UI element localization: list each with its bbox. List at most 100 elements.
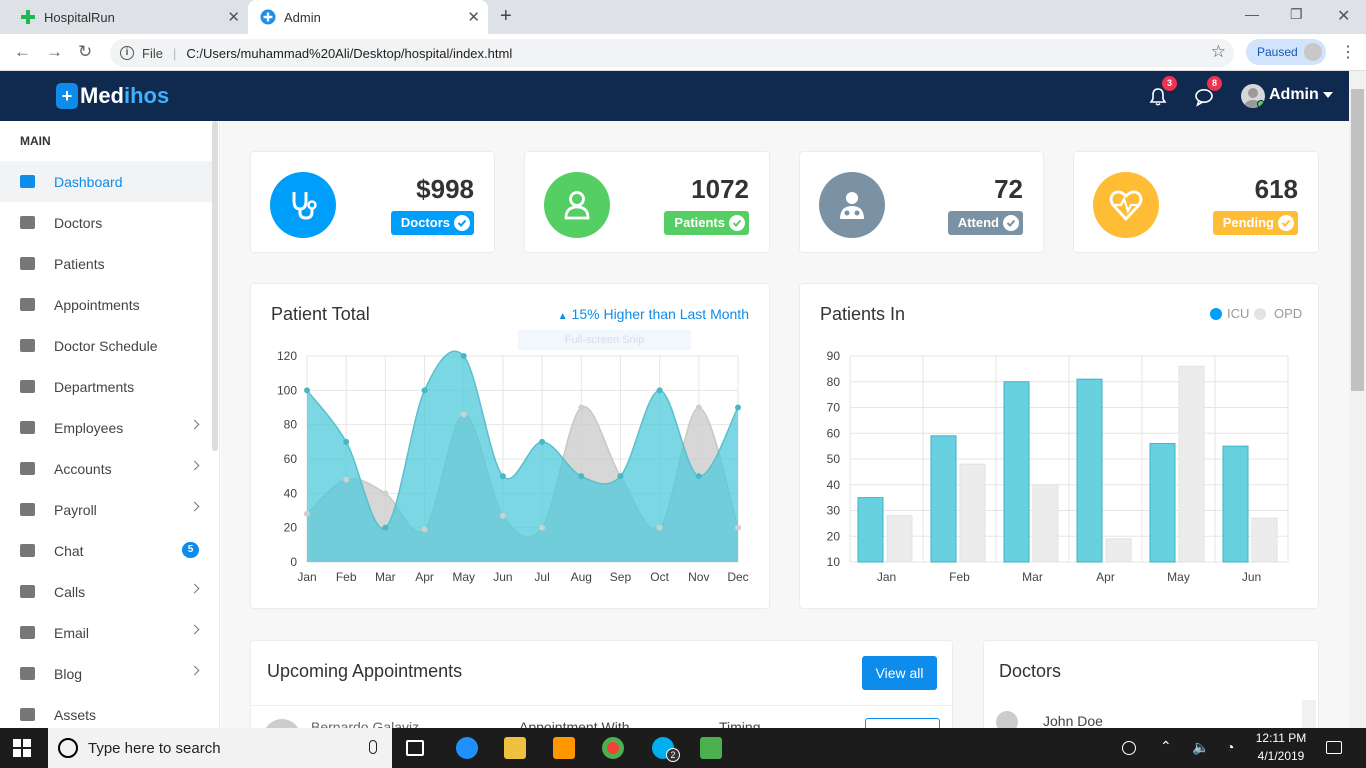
- taskbar-search-box[interactable]: Type here to search: [48, 728, 392, 768]
- divider: |: [172, 45, 177, 61]
- close-window-icon[interactable]: ✕: [1337, 6, 1350, 26]
- bar-opd: [1105, 538, 1132, 563]
- stat-value: $998: [416, 174, 474, 204]
- sheets-app-icon[interactable]: [700, 737, 722, 759]
- windows-start-icon[interactable]: [13, 739, 31, 757]
- bar-icu: [1149, 443, 1176, 563]
- stat-label-badge: Doctors: [390, 211, 474, 235]
- page-scrollbar[interactable]: [1349, 71, 1366, 728]
- tab-hospitalrun[interactable]: HospitalRun ✕: [8, 0, 248, 34]
- sidebar-item-label: Chat: [54, 542, 84, 559]
- forward-icon[interactable]: →: [46, 42, 63, 62]
- doctor-name[interactable]: John Doe: [1043, 713, 1103, 729]
- x-tick-label: Apr: [1096, 570, 1115, 584]
- microphone-icon[interactable]: [369, 740, 377, 754]
- browser-tabbar: HospitalRun ✕ Admin ✕ + — ❐ ✕: [0, 0, 1366, 34]
- x-tick-label: Jan: [877, 570, 896, 584]
- bar-icu: [1003, 381, 1030, 563]
- y-tick-label: 70: [827, 401, 841, 415]
- x-tick-label: Jun: [1242, 570, 1261, 584]
- tab-admin[interactable]: Admin ✕: [248, 0, 488, 34]
- edge-browser-icon[interactable]: [456, 737, 478, 759]
- menu-kebab-icon[interactable]: ⋮: [1340, 42, 1356, 62]
- sidebar-item-calls[interactable]: Calls: [0, 571, 218, 612]
- profile-button[interactable]: Paused: [1246, 39, 1326, 65]
- address-bar[interactable]: i File | C:/Users/muhammad%20Ali/Desktop…: [110, 39, 1234, 67]
- minimize-icon[interactable]: —: [1245, 6, 1259, 22]
- tray-up-icon[interactable]: ⌃: [1160, 738, 1172, 755]
- tab-title: Admin: [284, 9, 321, 25]
- data-point: [617, 473, 624, 480]
- sidebar-item-employees[interactable]: Employees: [0, 407, 218, 448]
- sidebar-item-doctors[interactable]: Doctors: [0, 202, 218, 243]
- sidebar-item-accounts[interactable]: Accounts: [0, 448, 218, 489]
- message-badge: 8: [1207, 76, 1222, 91]
- sidebar-item-email[interactable]: Email: [0, 612, 218, 653]
- book-icon: [20, 503, 35, 516]
- chevron-right-icon: [189, 460, 200, 471]
- people-icon[interactable]: [1122, 741, 1136, 755]
- chrome-icon[interactable]: [602, 737, 624, 759]
- sidebar-scrollbar[interactable]: [212, 121, 218, 451]
- close-tab-icon[interactable]: ✕: [227, 8, 240, 26]
- sidebar-item-label: Assets: [54, 706, 97, 723]
- bookmark-star-icon[interactable]: ☆: [1211, 42, 1226, 62]
- data-point: [304, 387, 310, 394]
- calendar-icon: [20, 298, 35, 311]
- sidebar-item-chat[interactable]: Chat 5: [0, 530, 218, 571]
- stat-card-attend: 72 Attend: [799, 151, 1044, 253]
- close-tab-icon[interactable]: ✕: [467, 8, 480, 26]
- chevron-right-icon: [189, 624, 200, 635]
- sidebar-item-label: Employees: [54, 419, 124, 436]
- file-explorer-icon[interactable]: [504, 737, 526, 759]
- scrollbar-thumb[interactable]: [1351, 89, 1364, 391]
- bar-icu: [1222, 445, 1249, 563]
- user-name[interactable]: Admin: [1269, 86, 1319, 104]
- sidebar-item-departments[interactable]: Departments: [0, 366, 218, 407]
- info-icon[interactable]: i: [120, 46, 134, 60]
- caret-down-icon[interactable]: [1323, 92, 1333, 98]
- y-tick-label: 100: [277, 383, 297, 397]
- sidebar-item-patients[interactable]: Patients: [0, 243, 218, 284]
- patient-total-chart: 0 20 40 60 80 100 120 Jan Feb Mar Apr May Jun Jul Aug S…: [277, 349, 749, 584]
- task-view-icon[interactable]: [406, 740, 424, 756]
- y-tick-label: 20: [827, 529, 841, 543]
- bar-opd: [1251, 517, 1278, 563]
- sidebar-item-blog[interactable]: Blog: [0, 653, 218, 694]
- sidebar-item-payroll[interactable]: Payroll: [0, 489, 218, 530]
- sidebar-item-doctor-schedule[interactable]: Doctor Schedule: [0, 325, 218, 366]
- reload-icon[interactable]: ↻: [78, 42, 92, 62]
- bar-icu: [930, 435, 957, 563]
- doctors-scrollbar[interactable]: [1302, 700, 1316, 728]
- sublime-text-icon[interactable]: [553, 737, 575, 759]
- view-all-button[interactable]: View all: [862, 656, 937, 690]
- skype-badge: 2: [666, 748, 680, 762]
- wifi-icon[interactable]: ◔: [1226, 739, 1234, 755]
- bar-icu: [857, 497, 884, 563]
- clock-time[interactable]: 12:11 PM: [1255, 731, 1307, 745]
- sidebar-item-assets[interactable]: Assets: [0, 694, 218, 728]
- notification-badge: 3: [1162, 76, 1177, 91]
- stat-label-badge: Attend: [947, 211, 1023, 235]
- sidebar-item-appointments[interactable]: Appointments: [0, 284, 218, 325]
- user-avatar[interactable]: [1241, 84, 1265, 108]
- speaker-icon[interactable]: 🔈: [1192, 739, 1209, 756]
- data-point: [695, 404, 702, 411]
- new-tab-icon[interactable]: +: [500, 5, 512, 28]
- y-tick-label: 30: [827, 504, 841, 518]
- user-o-icon: [544, 172, 610, 238]
- restore-icon[interactable]: ❐: [1290, 6, 1303, 23]
- data-point: [499, 512, 506, 519]
- browser-toolbar: ← → ↻ i File | C:/Users/muhammad%20Ali/D…: [0, 34, 1366, 71]
- commenting-icon: [20, 667, 35, 680]
- clock-date[interactable]: 4/1/2019: [1255, 749, 1307, 763]
- x-tick-label: Jul: [534, 570, 549, 584]
- y-tick-label: 0: [290, 555, 297, 569]
- back-icon[interactable]: ←: [14, 42, 31, 62]
- tab-title: HospitalRun: [44, 9, 115, 25]
- x-tick-label: Feb: [949, 570, 970, 584]
- app-logo[interactable]: + Medihos: [56, 83, 169, 109]
- action-center-icon[interactable]: [1326, 741, 1342, 754]
- user-icon: [20, 421, 35, 434]
- sidebar-item-dashboard[interactable]: Dashboard: [0, 161, 218, 202]
